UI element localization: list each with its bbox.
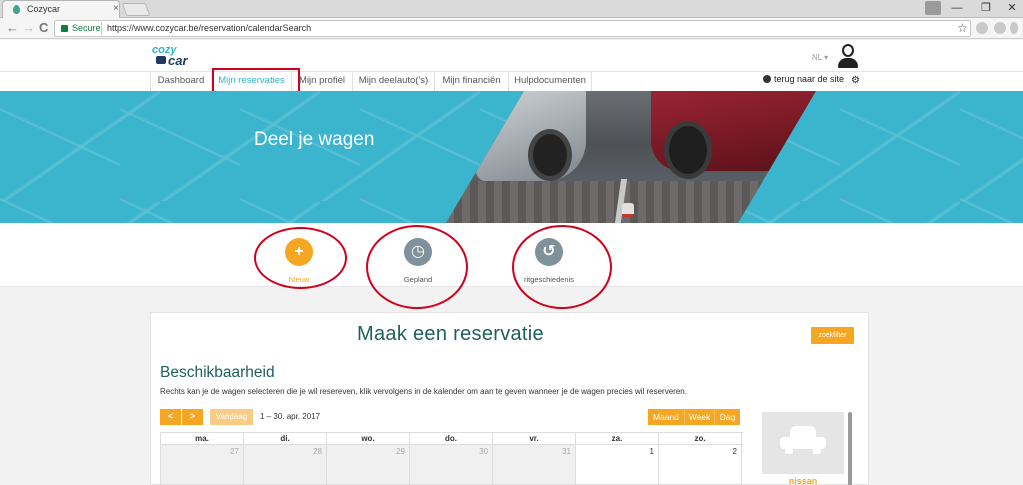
calendar-next-button[interactable]: > (182, 409, 203, 425)
view-month-button[interactable]: Maand (648, 409, 685, 425)
calendar-grid: ma. di. wo. do. vr. za. zo. 27 28 29 30 … (160, 432, 743, 485)
cozycar-favicon-icon (13, 5, 20, 14)
logo-mark-icon (156, 56, 166, 64)
reservation-panel: Maak een reservatie zoekfilter Beschikba… (150, 312, 869, 485)
calendar-prev-button[interactable]: < (160, 409, 181, 425)
photo-wheel-right (664, 121, 712, 179)
weekday-zo: zo. (659, 433, 742, 445)
annotation-box-reservaties (212, 68, 300, 93)
nav-mijn-profiel[interactable]: Mijn profiel (292, 72, 353, 92)
back-button[interactable]: ← (6, 20, 19, 36)
tab-title: Cozycar (27, 4, 61, 14)
extension-icon[interactable] (976, 22, 988, 34)
annotation-ring-nieuw (254, 227, 347, 289)
forward-button[interactable]: → (22, 20, 35, 36)
day-number: 28 (313, 447, 322, 456)
day-number: 2 (732, 447, 737, 456)
photo-minicar (622, 203, 634, 217)
day-number: 1 (649, 447, 654, 456)
car-icon (780, 426, 826, 456)
annotation-ring-ritgeschiedenis (512, 225, 612, 309)
weekday-di: di. (244, 433, 327, 445)
weekday-vr: vr. (493, 433, 576, 445)
car-list-scrollbar[interactable] (848, 412, 852, 485)
nav-hulpdocumenten[interactable]: Hulpdocumenten (509, 72, 592, 92)
photo-wheel-left (528, 129, 572, 181)
hero-banner: Deel je wagen (0, 91, 1023, 223)
print-icon[interactable] (994, 22, 1006, 34)
section-description: Rechts kan je de wagen selecteren die je… (160, 387, 687, 396)
calendar-range: 1 – 30. apr. 2017 (260, 412, 321, 421)
calendar-today-button[interactable]: Vandaag (210, 409, 253, 425)
nav-dashboard[interactable]: Dashboard (150, 72, 212, 92)
address-bar: ← → C Secure https://www.cozycar.be/rese… (0, 18, 1023, 39)
calendar-day[interactable]: 31 (493, 445, 576, 485)
close-window-button[interactable]: ✕ (998, 0, 1023, 16)
calendar-day[interactable]: 2 (659, 445, 742, 485)
back-to-site-link[interactable]: terug naar de site (763, 74, 844, 84)
profile-icon[interactable] (925, 1, 941, 15)
new-tab-button[interactable] (121, 3, 151, 16)
settings-icon[interactable]: ⚙ (851, 75, 860, 86)
annotation-ring-gepland (366, 225, 468, 309)
weekday-wo: wo. (327, 433, 410, 445)
calendar-day[interactable]: 30 (410, 445, 493, 485)
restore-button[interactable]: ❐ (972, 0, 1000, 16)
cozycar-logo[interactable]: cozy car (152, 44, 208, 68)
day-number: 30 (479, 447, 488, 456)
calendar-day[interactable]: 27 (161, 445, 244, 485)
minimize-button[interactable]: — (943, 0, 971, 16)
url-divider (101, 22, 102, 35)
avatar-body (838, 58, 858, 68)
hero-title: Deel je wagen (254, 129, 375, 150)
lock-icon (61, 25, 68, 32)
car-select-card[interactable]: nissan (762, 412, 844, 485)
weekday-ma: ma. (161, 433, 244, 445)
globe-icon (763, 75, 771, 83)
url-input[interactable]: Secure https://www.cozycar.be/reservatio… (54, 20, 971, 37)
day-number: 29 (396, 447, 405, 456)
view-day-button[interactable]: Dag (715, 409, 740, 425)
nav-mijn-deelautos[interactable]: Mijn deelauto('s) (353, 72, 435, 92)
site-header: cozy car NL ▾ (0, 40, 1023, 71)
language-select[interactable]: NL ▾ (812, 53, 828, 62)
tab-close-icon[interactable]: × (113, 3, 119, 14)
day-number: 27 (230, 447, 239, 456)
action-bar: + Nieuw ◷ Gepland ↺ ritgeschiedenis (0, 223, 1023, 309)
calendar-header: ma. di. wo. do. vr. za. zo. (161, 432, 743, 445)
menu-icon[interactable] (1010, 22, 1018, 34)
page-title: Maak een reservatie (357, 323, 544, 345)
weekday-za: za. (576, 433, 659, 445)
main-nav: Dashboard Mijn reservaties Mijn profiel … (0, 71, 1023, 92)
bookmark-star-icon[interactable]: ☆ (957, 21, 968, 35)
day-number: 31 (562, 447, 571, 456)
weekday-do: do. (410, 433, 493, 445)
avatar-head (842, 44, 854, 57)
car-thumbnail (762, 412, 844, 474)
browser-tab-bar: Cozycar × — ❐ ✕ (0, 0, 1023, 18)
car-name: nissan (788, 476, 818, 485)
browser-tab[interactable]: Cozycar × (2, 0, 120, 18)
reload-button[interactable]: C (39, 20, 48, 36)
calendar-day[interactable]: 1 (576, 445, 659, 485)
view-week-button[interactable]: Week (685, 409, 715, 425)
calendar-day[interactable]: 28 (244, 445, 327, 485)
logo-text-car: car (168, 53, 188, 68)
avatar[interactable] (836, 43, 860, 69)
zoekfilter-button[interactable]: zoekfilter (811, 327, 854, 344)
secure-label: Secure (72, 23, 101, 33)
calendar-day[interactable]: 29 (327, 445, 410, 485)
nav-mijn-financien[interactable]: Mijn financiën (435, 72, 509, 92)
section-title: Beschikbaarheid (160, 364, 275, 381)
url-text: https://www.cozycar.be/reservation/calen… (107, 23, 312, 33)
back-to-site-label: terug naar de site (774, 74, 845, 84)
